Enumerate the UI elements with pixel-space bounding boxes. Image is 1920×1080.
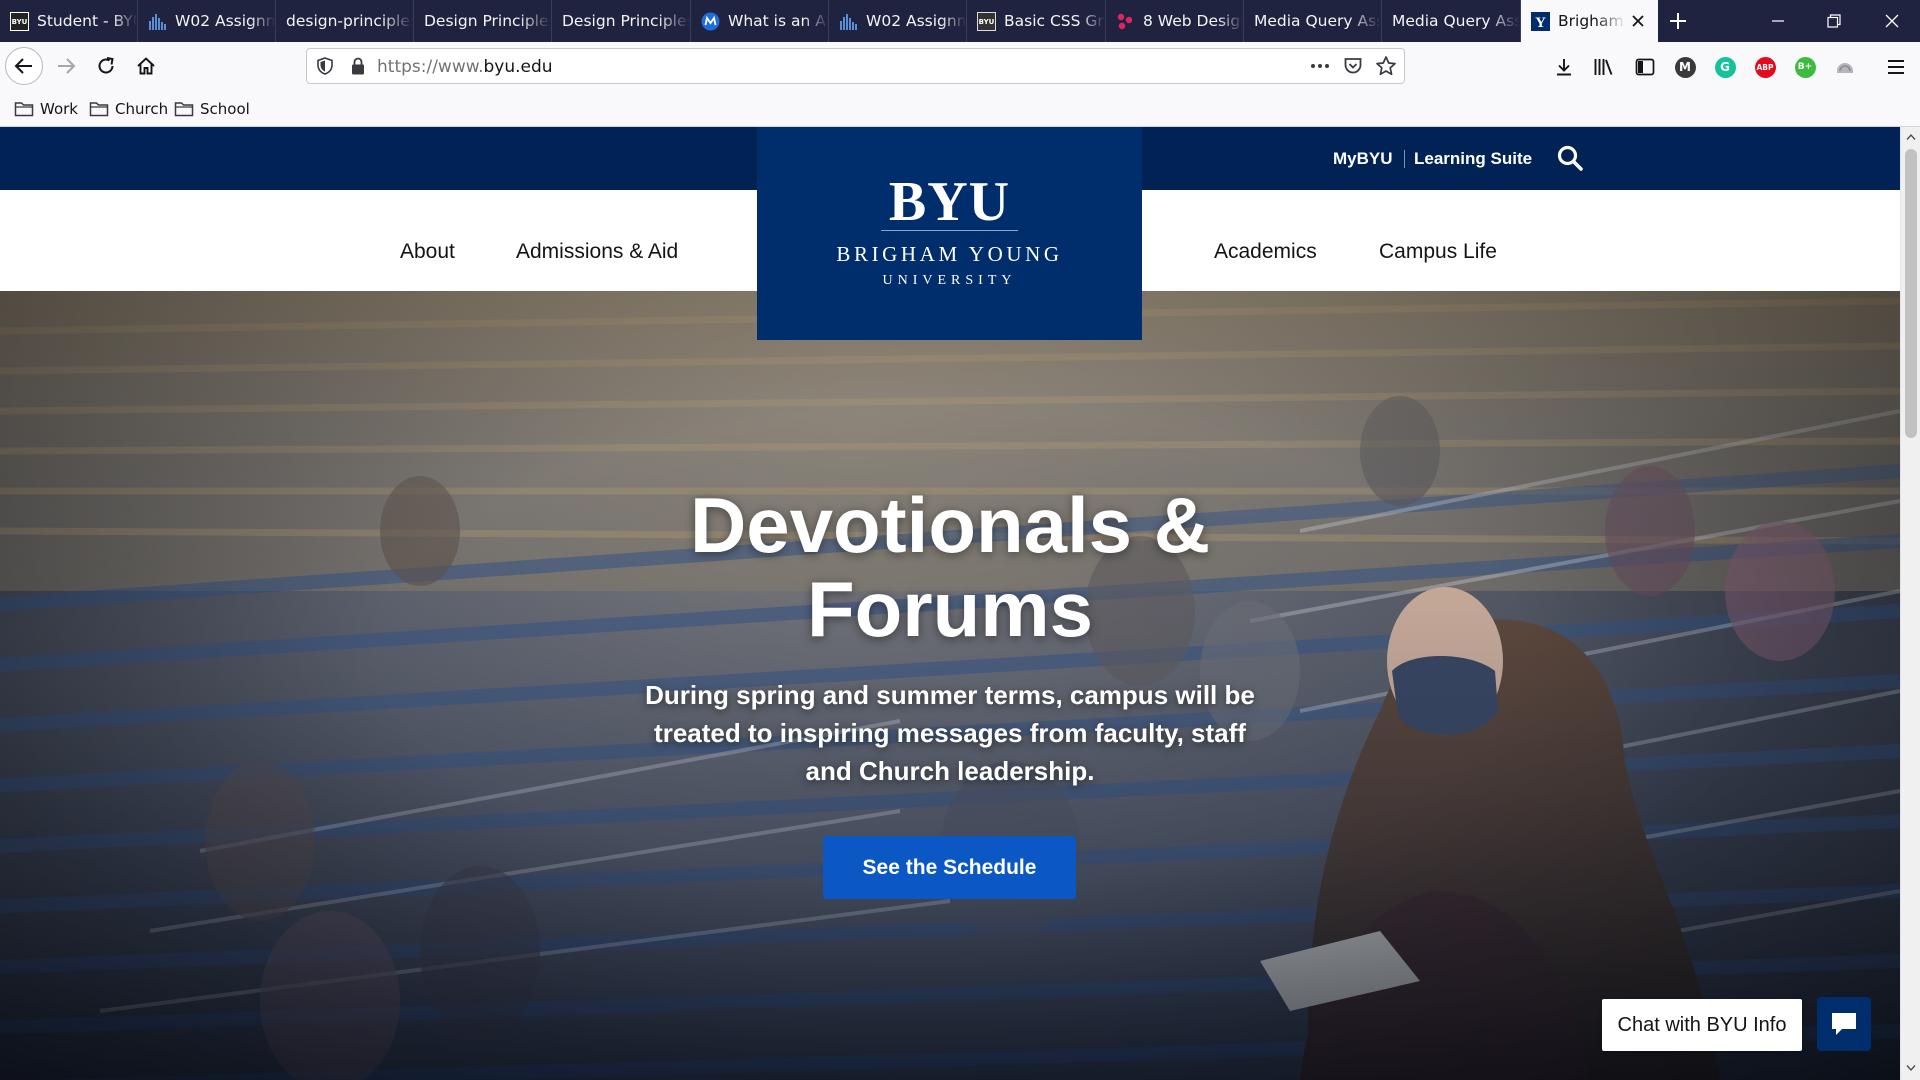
search-icon[interactable] — [1556, 144, 1584, 176]
tab-design-principles-3[interactable]: Design Principles — [552, 0, 691, 42]
svg-text:BYU: BYU — [979, 18, 995, 26]
divider — [1404, 150, 1405, 168]
nav-campus-life[interactable]: Campus Life — [1379, 240, 1497, 264]
url-text: https://www.byu.edu — [377, 57, 553, 77]
svg-text:Y: Y — [1535, 15, 1546, 31]
tab-title: Student - BYU — [37, 12, 137, 30]
minimize-icon[interactable] — [1750, 0, 1806, 42]
tab-title: W02 Assignment — [866, 12, 966, 30]
page-actions-icon[interactable] — [1308, 54, 1332, 82]
tab-title: Design Principles — [562, 12, 690, 30]
nav-academics[interactable]: Academics — [1214, 240, 1317, 264]
hero-title: Devotionals & Forums — [689, 481, 1211, 653]
logo-mark: BYU — [888, 171, 1011, 233]
byu-logo[interactable]: BYU BRIGHAM YOUNG UNIVERSITY — [757, 127, 1142, 340]
restore-icon[interactable] — [1806, 0, 1862, 42]
bookmark-star-icon[interactable] — [1375, 55, 1397, 81]
bar-chart-icon — [839, 12, 858, 31]
bookmarks-toolbar: Work Church School — [0, 90, 1920, 127]
tab-web-design[interactable]: 8 Web Design — [1106, 0, 1244, 42]
chat-label[interactable]: Chat with BYU Info — [1602, 999, 1802, 1051]
tab-title: W02 Assignment — [175, 12, 275, 30]
library-icon[interactable] — [1591, 54, 1617, 80]
back-arrow-icon[interactable] — [5, 47, 43, 85]
hero-subtitle: During spring and summer terms, campus w… — [645, 680, 1255, 786]
tab-basic-css[interactable]: BYU Basic CSS Gr — [967, 0, 1106, 42]
nav-admissions-aid[interactable]: Admissions & Aid — [516, 240, 678, 264]
tab-design-principles-2[interactable]: Design Principles — [414, 0, 552, 42]
tab-w02-assignment-2[interactable]: W02 Assignment — [829, 0, 967, 42]
hero-banner: Devotionals & Forums During spring and s… — [0, 291, 1900, 1080]
byu-y-icon: Y — [1531, 11, 1550, 31]
tab-title: What is an A — [728, 12, 826, 30]
nav-about[interactable]: About — [400, 240, 455, 264]
chat-bubble-icon[interactable] — [1817, 997, 1871, 1051]
url-bar[interactable]: https://www.byu.edu — [306, 48, 1405, 84]
tab-w02-assignment[interactable]: W02 Assignment — [138, 0, 276, 42]
tab-what-is-an[interactable]: What is an A — [691, 0, 829, 42]
folder-icon — [89, 102, 109, 117]
folder-icon — [14, 102, 34, 117]
close-window-icon[interactable] — [1864, 0, 1920, 42]
web-page: MyBYU Learning Suite About Admissions & … — [0, 127, 1900, 1080]
new-tab-icon[interactable] — [1662, 5, 1694, 37]
tab-media-query-1[interactable]: Media Query Ass — [1244, 0, 1382, 42]
logo-line2: UNIVERSITY — [882, 273, 1017, 288]
tab-title: 8 Web Design — [1143, 12, 1243, 30]
tab-student[interactable]: BYU Student - BYU — [0, 0, 138, 42]
home-icon[interactable] — [127, 47, 165, 85]
tab-design-principles-1[interactable]: design-principles — [276, 0, 414, 42]
byu-idaho-icon: BYU — [977, 11, 996, 31]
tab-title: Media Query Ass — [1254, 12, 1381, 30]
pocket-icon[interactable] — [1343, 56, 1363, 80]
logo-rule — [881, 230, 1018, 231]
tab-title: design-principles — [286, 12, 413, 30]
downloads-icon[interactable] — [1551, 54, 1577, 80]
bookmark-folder-work[interactable]: Work — [14, 98, 78, 120]
tab-title: Basic CSS Gr — [1004, 12, 1104, 30]
tab-title: Media Query Ass — [1392, 12, 1520, 30]
close-tab-icon[interactable] — [1626, 9, 1650, 33]
tab-media-query-2[interactable]: Media Query Ass — [1382, 0, 1521, 42]
svg-text:BYU: BYU — [12, 18, 28, 26]
tab-title: Brigham Young — [1558, 12, 1626, 30]
bookmark-folder-school[interactable]: School — [174, 98, 250, 120]
dots-icon — [1116, 12, 1135, 31]
reload-icon[interactable] — [87, 47, 125, 85]
scroll-up-arrow-icon[interactable] — [1905, 131, 1917, 143]
m-circle-icon — [701, 12, 720, 31]
bookmark-folder-church[interactable]: Church — [89, 98, 168, 120]
tab-title: Design Principles — [424, 12, 551, 30]
grammarly-icon[interactable]: G — [1712, 54, 1738, 80]
m-account-icon[interactable]: M — [1672, 54, 1698, 80]
tab-brigham-young[interactable]: Y Brigham Young — [1521, 0, 1658, 42]
b-plus-icon[interactable]: B+ — [1792, 54, 1818, 80]
see-schedule-button[interactable]: See the Schedule — [823, 836, 1076, 899]
learning-suite-link[interactable]: Learning Suite — [1414, 149, 1532, 169]
forward-arrow-icon[interactable] — [47, 47, 85, 85]
scroll-down-arrow-icon[interactable] — [1905, 1062, 1917, 1074]
extension-icon[interactable] — [1832, 54, 1858, 80]
adblock-plus-icon[interactable]: ABP — [1752, 54, 1778, 80]
hamburger-menu-icon[interactable] — [1883, 54, 1909, 80]
byu-idaho-icon: BYU — [10, 11, 29, 31]
lock-icon[interactable] — [349, 56, 367, 80]
folder-icon — [174, 102, 194, 117]
logo-line1: BRIGHAM YOUNG — [836, 242, 1063, 266]
tracking-shield-icon[interactable] — [315, 56, 335, 80]
navigation-toolbar: https://www.byu.edu M G ABP B+ — [0, 42, 1920, 90]
tab-strip: BYU Student - BYU W02 Assignment design-… — [0, 0, 1920, 42]
sidebar-icon[interactable] — [1632, 54, 1658, 80]
mybyu-link[interactable]: MyBYU — [1333, 149, 1393, 169]
scroll-thumb[interactable] — [1905, 149, 1917, 438]
page-scrollbar[interactable] — [1900, 127, 1920, 1080]
bar-chart-icon — [148, 12, 167, 31]
